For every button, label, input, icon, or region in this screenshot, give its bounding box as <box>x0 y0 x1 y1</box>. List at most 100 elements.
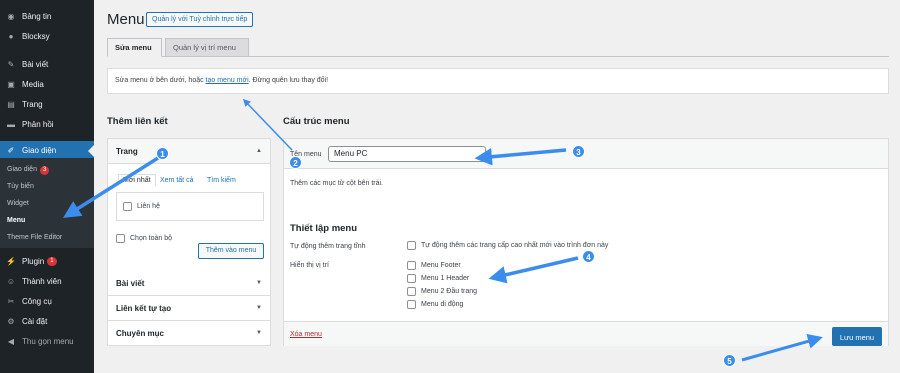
sidebar-item-blocksy[interactable]: ● Blocksy <box>0 27 94 45</box>
sidebar-item-label: Blocksy <box>22 31 50 41</box>
location-label: Menu di động <box>421 301 464 308</box>
checkbox[interactable] <box>407 274 416 283</box>
location-label: Menu 1 Header <box>421 275 470 282</box>
sidebar-item-comments[interactable]: ▬ Phản hồi <box>0 115 94 133</box>
sidebar-item-label: Công cụ <box>22 296 52 306</box>
tab-manage-locations[interactable]: Quản lý vị trí menu <box>165 38 249 57</box>
menu-settings-heading: Thiết lập menu <box>290 223 358 234</box>
tab-view-all[interactable]: Xem tất cả <box>160 177 193 184</box>
page-option-label: Liên hệ <box>137 203 160 210</box>
tab-edit-menus[interactable]: Sửa menu <box>107 38 162 57</box>
brush-icon: ✐ <box>7 145 15 155</box>
collapse-icon: ◀ <box>7 336 15 346</box>
plugin-update-badge: 1 <box>47 256 57 266</box>
checkbox[interactable] <box>407 261 416 270</box>
sidebar-item-users[interactable]: ☺ Thành viên <box>0 272 94 290</box>
annotation-number-4: 4 <box>582 250 595 263</box>
location-label: Menu Footer <box>421 262 461 269</box>
notice-text-before: Sửa menu ở bên dưới, hoặc <box>115 77 206 84</box>
dashboard-icon: ◉ <box>7 11 15 21</box>
checkbox[interactable] <box>123 202 132 211</box>
checkbox[interactable] <box>407 287 416 296</box>
checkbox[interactable] <box>407 241 416 250</box>
structure-hint: Thêm các mục từ cột bên trái. <box>290 180 383 187</box>
sidebar-item-label: Phản hồi <box>22 119 54 129</box>
submenu-widgets[interactable]: Widget <box>7 200 29 207</box>
accordion-categories[interactable]: Chuyên mục ▼ <box>108 321 270 346</box>
sidebar-item-tools[interactable]: ✂ Công cụ <box>0 292 94 310</box>
plugin-icon: ⚡ <box>6 256 16 266</box>
submenu-menus[interactable]: Menu <box>7 217 25 224</box>
admin-sidebar: ◉ Bảng tin ● Blocksy ✎ Bài viết ▣ Media … <box>0 0 94 373</box>
sidebar-item-settings[interactable]: ⚙ Cài đặt <box>0 312 94 330</box>
accordion-custom-links[interactable]: Liên kết tự tạo ▼ <box>108 296 270 321</box>
submenu-theme-file-editor[interactable]: Theme File Editor <box>7 234 62 241</box>
comment-icon: ▬ <box>7 119 15 129</box>
users-icon: ☺ <box>6 276 16 286</box>
pages-list-box: Liên hệ <box>116 192 264 221</box>
add-to-menu-button[interactable]: Thêm vào menu <box>198 243 264 259</box>
sidebar-item-label: Trang <box>22 99 43 109</box>
accordion-label: Bài viết <box>116 279 145 288</box>
location-menu-mobile[interactable]: Menu di động <box>407 300 463 309</box>
settings-icon: ⚙ <box>7 316 15 326</box>
edit-notice: Sửa menu ở bên dưới, hoặc tạo menu mới. … <box>107 68 889 94</box>
menu-structure-panel: Tên menu Menu PC Thêm các mục từ cột bên… <box>283 138 889 346</box>
live-preview-button[interactable]: Quản lý với Tuỳ chỉnh trực tiếp <box>146 12 254 27</box>
auto-add-option[interactable]: Tự động thêm các trang cấp cao nhất mới … <box>407 241 608 250</box>
accordion-pages[interactable]: Trang ▲ <box>108 139 270 164</box>
sidebar-item-label: Bài viết <box>22 59 49 69</box>
save-menu-button[interactable]: Lưu menu <box>832 327 882 346</box>
sidebar-collapse-button[interactable]: ◀ Thu gọn menu <box>0 332 94 350</box>
sidebar-item-appearance[interactable]: ✐ Giao diện <box>0 141 94 159</box>
sidebar-item-label: Cài đặt <box>22 316 48 326</box>
active-menu-arrow <box>88 145 94 157</box>
create-menu-link[interactable]: tạo menu mới <box>206 77 249 84</box>
sidebar-item-label: Media <box>22 79 44 89</box>
tab-most-recent[interactable]: Mới nhất <box>118 174 156 186</box>
accordion-label: Liên kết tự tạo <box>116 304 172 313</box>
annotation-number-2: 2 <box>289 156 302 169</box>
submenu-customize[interactable]: Tùy biến <box>7 183 34 190</box>
notice-text-after: . Đừng quên lưu thay đổi! <box>248 77 329 84</box>
page-icon: ▤ <box>7 99 15 109</box>
sidebar-item-label: Giao diện <box>22 145 57 155</box>
annotation-number-3: 3 <box>572 145 585 158</box>
menu-name-input[interactable]: Menu PC <box>328 146 486 162</box>
add-links-heading: Thêm liên kết <box>107 116 168 127</box>
add-items-accordion: Trang ▲ Mới nhất Xem tất cả Tìm kiếm Liê… <box>107 138 271 346</box>
appearance-submenu: Giao diện 3 Tùy biến Widget Menu Theme Fi… <box>0 158 94 248</box>
page-option-contact[interactable]: Liên hệ <box>123 202 160 211</box>
sidebar-item-posts[interactable]: ✎ Bài viết <box>0 55 94 73</box>
tools-icon: ✂ <box>7 296 15 306</box>
select-all-option[interactable]: Chọn toàn bộ <box>116 234 172 243</box>
expand-arrow-icon: ▼ <box>256 280 262 286</box>
sidebar-item-label: Bảng tin <box>22 11 52 21</box>
menu-name-bar: Tên menu Menu PC <box>284 139 888 169</box>
menu-footer-bar: Xóa menu <box>284 321 888 346</box>
location-label: Menu 2 Đầu trang <box>421 288 478 295</box>
submenu-themes[interactable]: Giao diện 3 <box>7 166 50 175</box>
location-menu-2-top[interactable]: Menu 2 Đầu trang <box>407 287 477 296</box>
delete-menu-link[interactable]: Xóa menu <box>290 331 322 338</box>
pin-icon: ✎ <box>7 59 15 69</box>
location-menu-footer[interactable]: Menu Footer <box>407 261 461 270</box>
sidebar-item-plugins[interactable]: ⚡ Plugin 1 <box>0 252 94 270</box>
tab-search[interactable]: Tìm kiếm <box>207 177 236 184</box>
menu-structure-heading: Cấu trúc menu <box>283 116 350 127</box>
accordion-posts[interactable]: Bài viết ▼ <box>108 271 270 296</box>
media-icon: ▣ <box>7 79 15 89</box>
submenu-label: Giao diện <box>7 166 37 173</box>
expand-arrow-icon: ▼ <box>256 305 262 311</box>
location-menu-1-header[interactable]: Menu 1 Header <box>407 274 469 283</box>
sidebar-item-pages[interactable]: ▤ Trang <box>0 95 94 113</box>
checkbox[interactable] <box>116 234 125 243</box>
annotation-number-1: 1 <box>156 147 169 160</box>
expand-arrow-icon: ▼ <box>256 330 262 336</box>
accordion-label: Chuyên mục <box>116 329 165 338</box>
sidebar-item-dashboard[interactable]: ◉ Bảng tin <box>0 7 94 25</box>
display-location-label: Hiển thị vị trí <box>290 262 329 269</box>
update-badge: 3 <box>39 166 50 175</box>
sidebar-item-media[interactable]: ▣ Media <box>0 75 94 93</box>
checkbox[interactable] <box>407 300 416 309</box>
